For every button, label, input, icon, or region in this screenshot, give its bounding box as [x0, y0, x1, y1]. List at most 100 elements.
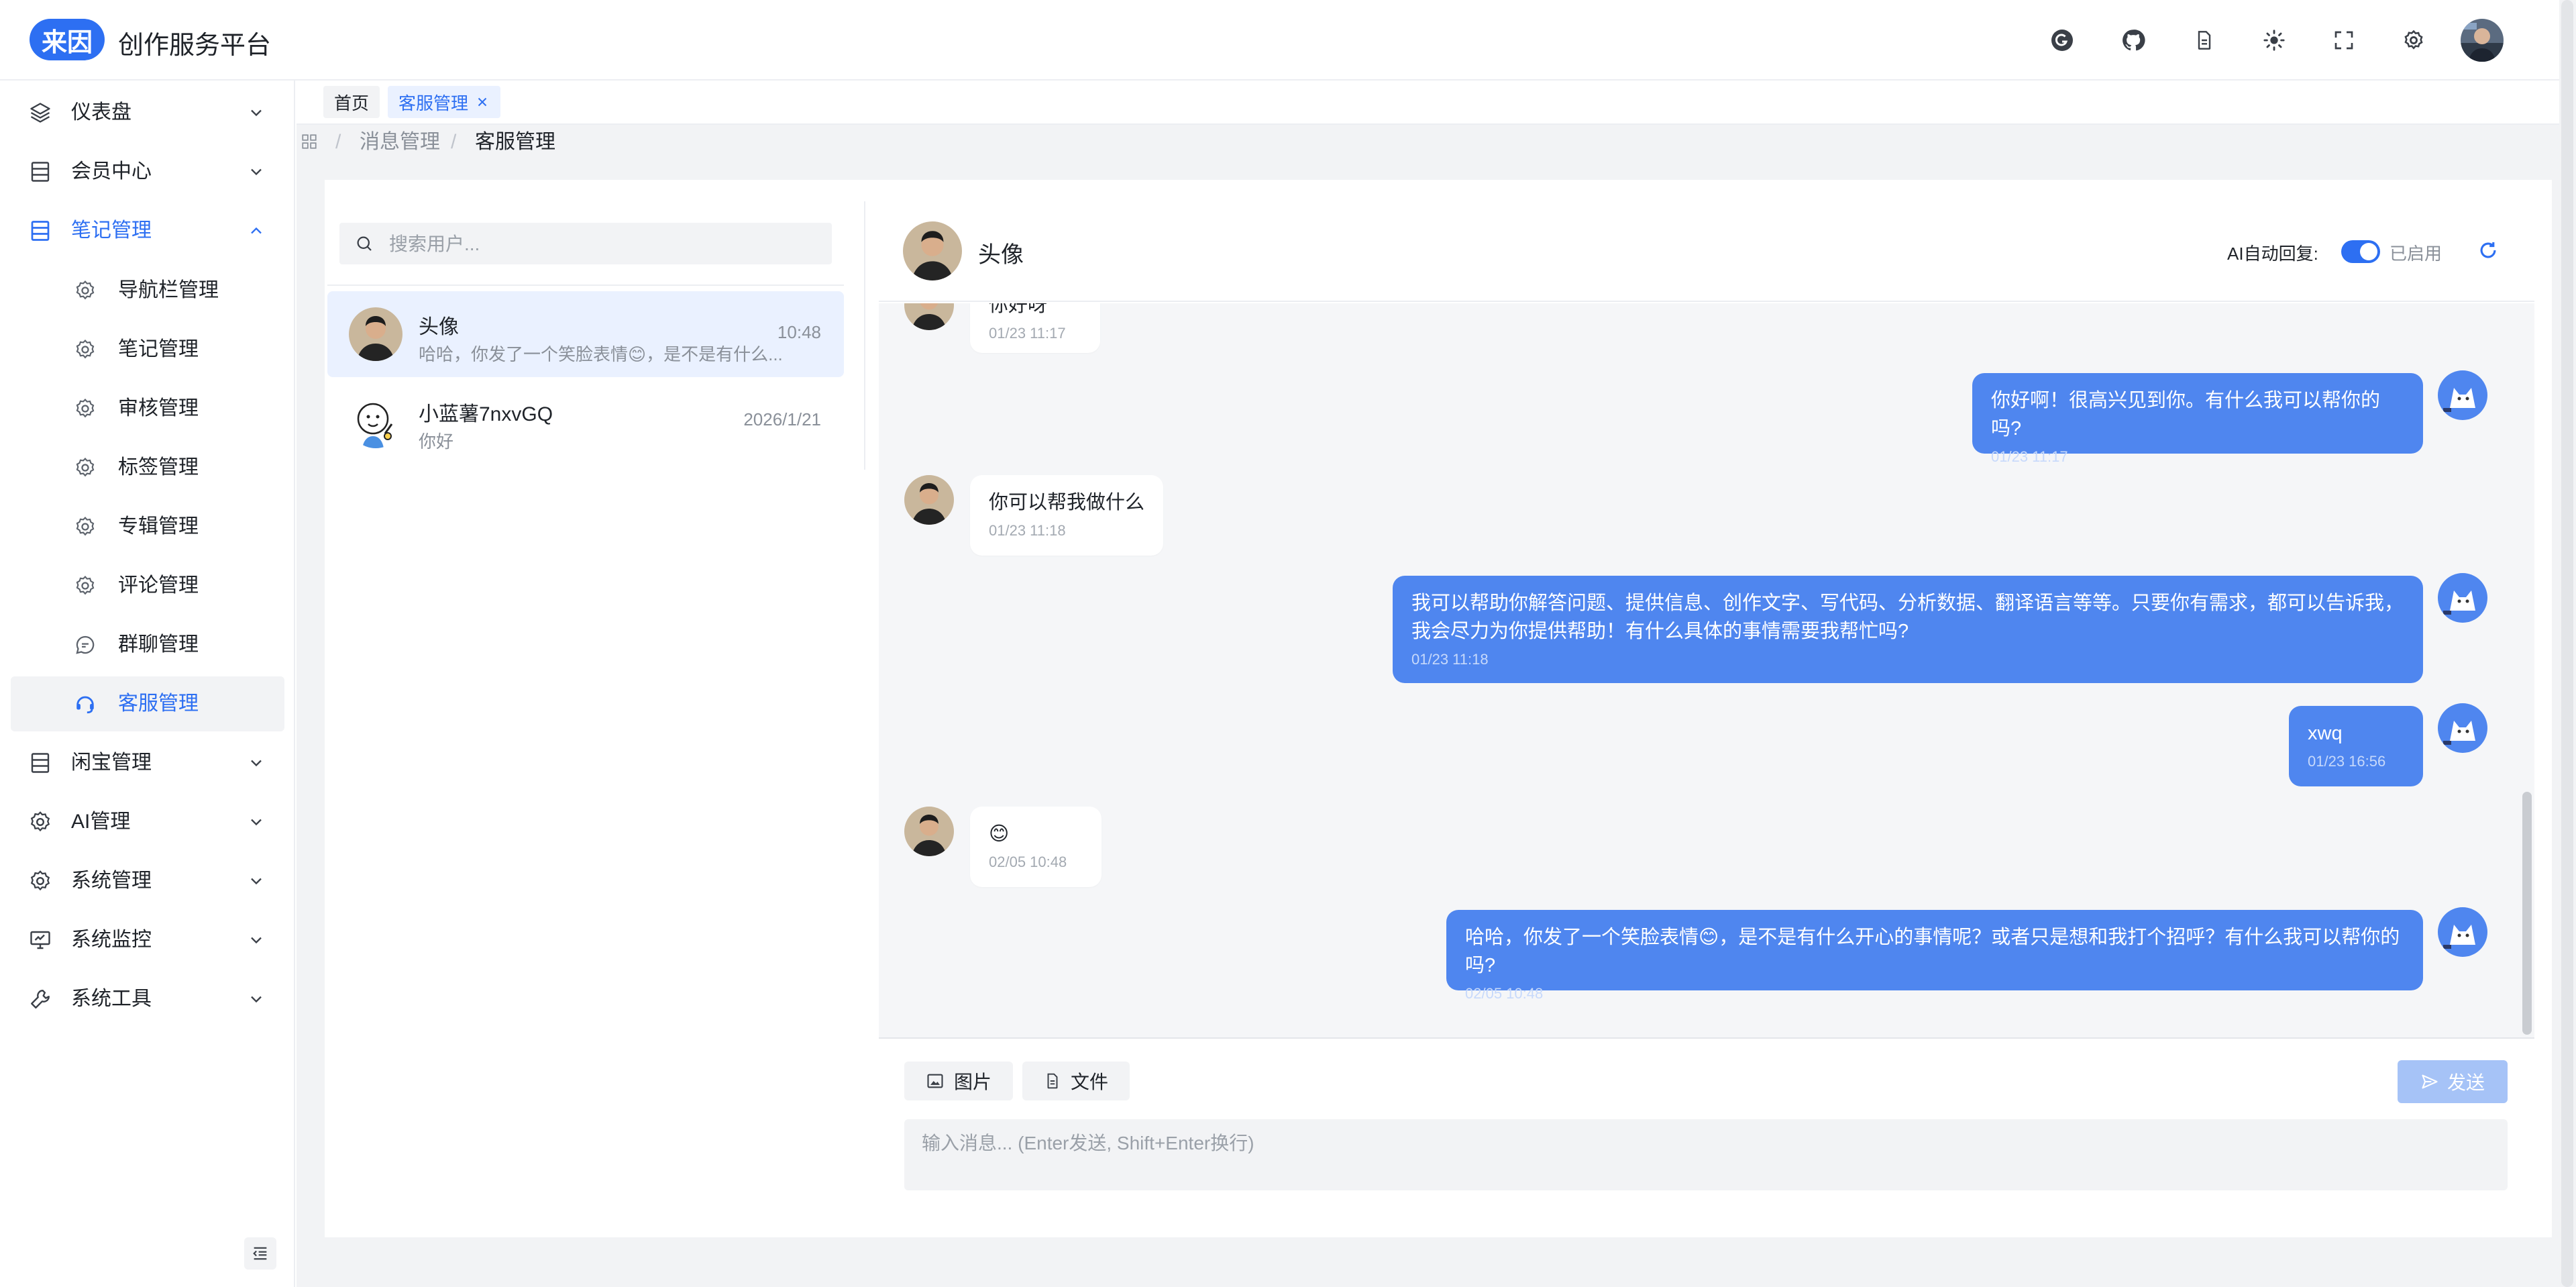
image-button[interactable]: 图片 [904, 1062, 1014, 1100]
toggle-knob [2360, 243, 2377, 260]
table-icon [31, 221, 50, 241]
message-time: 01/23 11:17 [1991, 448, 2068, 465]
send-icon [2422, 1074, 2438, 1089]
avatar [349, 395, 402, 448]
user-avatar[interactable] [2461, 19, 2504, 62]
send-button[interactable]: 发送 [2398, 1060, 2508, 1103]
sidebar-subitem-comment-management[interactable]: 评论管理 [11, 558, 284, 613]
sidebar-subitem-customer-service[interactable]: 客服管理 [11, 676, 284, 731]
message-text: 你可以帮我做什么 [989, 492, 1145, 513]
settings-icon[interactable] [2395, 21, 2432, 59]
chevron-down-icon [251, 878, 262, 885]
message-text: 你好呀 [989, 303, 1048, 316]
image-icon [927, 1074, 943, 1088]
sidebar-item-system[interactable]: 系统管理 [0, 852, 295, 911]
sidebar-item-label: 笔记管理 [118, 338, 199, 360]
sidebar-item-member-center[interactable]: 会员中心 [0, 142, 295, 201]
sidebar-item-label: 系统工具 [71, 988, 152, 1010]
file-button[interactable]: 文件 [1022, 1062, 1130, 1100]
refresh-icon[interactable] [2477, 239, 2500, 262]
tab-home[interactable]: 首页 [323, 86, 380, 118]
chevron-down-icon [251, 168, 262, 176]
tab-label: 首页 [334, 93, 370, 113]
conversation-preview: 你好 [419, 431, 454, 452]
theme-icon[interactable] [2255, 21, 2293, 59]
layers-icon [30, 103, 50, 123]
sidebar-subitem-note-management[interactable]: 笔记管理 [11, 322, 284, 377]
sidebar-item-monitor[interactable]: 系统监控 [0, 911, 295, 970]
chevron-down-icon [251, 109, 262, 117]
gear-icon [76, 458, 95, 477]
chevron-up-icon [251, 227, 262, 234]
user-avatar [904, 807, 954, 856]
sidebar-subitem-group-chat-management[interactable]: 群聊管理 [11, 617, 284, 672]
ai-reply-toggle[interactable] [2341, 240, 2380, 263]
conversation-time: 10:48 [777, 322, 821, 342]
sidebar-item-label: 专辑管理 [118, 515, 199, 537]
chat-icon [76, 635, 95, 654]
sidebar-item-xianbao[interactable]: 闲宝管理 [0, 733, 295, 792]
sidebar-item-label: 客服管理 [118, 692, 199, 715]
chat-scrollbar-thumb[interactable] [2522, 792, 2532, 1035]
chevron-down-icon [251, 937, 262, 944]
gear-icon [30, 870, 50, 891]
chevron-down-icon [251, 996, 262, 1003]
message-bubble: 哈哈，你发了一个笑脸表情😊，是不是有什么开心的事情呢？或者只是想和我打个招呼？有… [1446, 910, 2423, 1002]
agent-avatar [2438, 370, 2487, 420]
search-input[interactable] [388, 223, 820, 266]
chat-header: 头像 AI自动回复: 已启用 [879, 201, 2534, 302]
sidebar-item-ai[interactable]: AI管理 [0, 792, 295, 852]
collapse-icon [253, 1247, 267, 1260]
conversation-item[interactable]: 头像 哈哈，你发了一个笑脸表情😊，是不是有什么... 10:48 [327, 291, 844, 377]
sidebar-item-label: 笔记管理 [71, 219, 152, 242]
sidebar-item-label: 群聊管理 [118, 633, 199, 656]
message-text: 我可以帮助你解答问题、提供信息、创作文字、写代码、分析数据、翻译语言等等。只要你… [1411, 593, 2404, 642]
send-button-label: 发送 [2447, 1072, 2485, 1093]
conversation-item[interactable]: 小蓝薯7nxvGQ 你好 2026/1/21 [327, 378, 844, 464]
agent-avatar [2438, 703, 2487, 753]
github-icon[interactable] [2114, 21, 2152, 59]
gear-icon [30, 811, 50, 832]
divider [327, 285, 844, 286]
message-bubble: xwq 01/23 16:56 [2289, 706, 2423, 786]
user-avatar [904, 303, 954, 330]
translate-icon[interactable] [2043, 21, 2081, 59]
page-scrollbar-thumb[interactable] [2561, 0, 2573, 1287]
sidebar-subitem-album-management[interactable]: 专辑管理 [11, 499, 284, 554]
message-input[interactable] [904, 1119, 2508, 1190]
sidebar-item-dashboard[interactable]: 仪表盘 [0, 83, 295, 142]
divider [879, 1037, 2534, 1039]
message-text: 哈哈，你发了一个笑脸表情😊，是不是有什么开心的事情呢？或者只是想和我打个招呼？有… [1465, 927, 2400, 976]
message-time: 01/23 11:18 [989, 522, 1066, 539]
file-button-label: 文件 [1071, 1072, 1109, 1092]
gear-icon [76, 340, 95, 359]
sidebar-item-tools[interactable]: 系统工具 [0, 970, 295, 1029]
user-avatar [904, 475, 954, 525]
fullscreen-icon[interactable] [2325, 21, 2363, 59]
gear-icon [76, 280, 95, 300]
sidebar-subitem-tag-management[interactable]: 标签管理 [11, 440, 284, 495]
breadcrumb-item[interactable]: 消息管理 [360, 126, 440, 158]
tab-customer-service[interactable]: 客服管理 [388, 86, 501, 118]
message-time: 02/05 10:48 [1465, 985, 1544, 1002]
message-text: xwq [2308, 723, 2343, 744]
sidebar-subitem-review-management[interactable]: 审核管理 [11, 381, 284, 436]
message-input-box [904, 1119, 2508, 1190]
message-bubble: 😊 02/05 10:48 [970, 807, 1102, 887]
chat-messages: 你好呀 01/23 11:17 你好啊！很高兴见到你。有什么我可以帮你的吗? 0… [879, 303, 2534, 1037]
sidebar-item-label: 审核管理 [118, 397, 199, 419]
close-icon[interactable] [475, 95, 490, 109]
message-bubble: 你好呀 01/23 11:17 [970, 303, 1100, 353]
sidebar-item-label: AI管理 [71, 811, 131, 833]
sidebar-subitem-nav-management[interactable]: 导航栏管理 [11, 263, 284, 318]
gear-icon [76, 399, 95, 418]
sidebar-item-label: 系统管理 [71, 870, 152, 892]
message-bubble: 你好啊！很高兴见到你。有什么我可以帮你的吗? 01/23 11:17 [1972, 373, 2423, 465]
app-title: 创作服务平台 [118, 32, 272, 60]
document-icon[interactable] [2186, 21, 2223, 59]
chevron-down-icon [251, 819, 262, 826]
collapse-sidebar-button[interactable] [244, 1237, 276, 1270]
logo[interactable]: 来因 [30, 19, 105, 60]
table-icon [31, 162, 50, 182]
sidebar-item-notes[interactable]: 笔记管理 [0, 201, 295, 260]
